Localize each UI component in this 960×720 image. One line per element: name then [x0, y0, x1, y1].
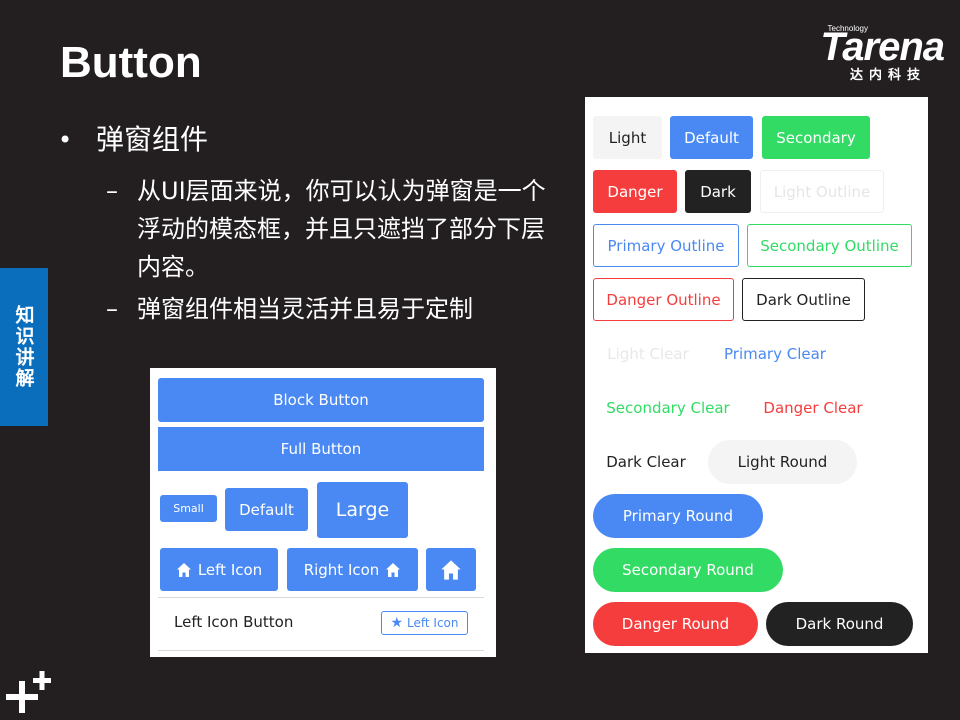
small-button[interactable]: Small — [160, 495, 217, 522]
side-tab-label: 知识讲解 — [12, 305, 35, 389]
button-demo-panel-right: Light Default Secondary Danger Dark Ligh… — [585, 97, 928, 653]
button-demo-panel-left: Block Button Full Button Small Default L… — [150, 368, 496, 657]
dark-round-button[interactable]: Dark Round — [766, 602, 913, 646]
home-icon — [386, 562, 401, 577]
home-icon — [441, 559, 461, 580]
dark-clear-button[interactable]: Dark Clear — [593, 440, 699, 483]
bullet-list: 弹窗组件 从UI层面来说，你可以认为弹窗是一个浮动的模态框，并且只遮挡了部分下层… — [58, 120, 578, 328]
large-button[interactable]: Large — [317, 482, 408, 538]
default-button[interactable]: Default — [225, 488, 308, 531]
slide-title: Button — [60, 38, 202, 87]
list-item-label: Left Icon Button — [174, 613, 294, 631]
secondary-outline-button[interactable]: Secondary Outline — [747, 224, 912, 267]
dark-button[interactable]: Dark — [685, 170, 751, 213]
left-icon-button-label: Left Icon — [197, 560, 263, 579]
secondary-round-button[interactable]: Secondary Round — [593, 548, 783, 592]
light-button[interactable]: Light — [593, 116, 662, 159]
danger-clear-button[interactable]: Danger Clear — [751, 386, 875, 429]
home-icon — [176, 562, 191, 577]
light-outline-button[interactable]: Light Outline — [760, 170, 884, 213]
light-round-button[interactable]: Light Round — [708, 440, 857, 484]
icon-only-button[interactable] — [426, 548, 476, 591]
block-button[interactable]: Block Button — [158, 378, 484, 422]
danger-outline-button[interactable]: Danger Outline — [593, 278, 734, 321]
secondary-button[interactable]: Secondary — [762, 116, 870, 159]
primary-clear-button[interactable]: Primary Clear — [711, 332, 839, 375]
plus-logo-icon — [6, 671, 51, 713]
side-tab-knowledge: 知识讲解 — [0, 268, 48, 426]
secondary-clear-button[interactable]: Secondary Clear — [593, 386, 743, 429]
left-icon-small-label: Left Icon — [407, 616, 459, 630]
left-icon-button[interactable]: Left Icon — [160, 548, 278, 591]
bullet-main: 弹窗组件 — [58, 120, 578, 160]
star-icon: ★ — [390, 615, 404, 631]
primary-outline-button[interactable]: Primary Outline — [593, 224, 739, 267]
dark-outline-button[interactable]: Dark Outline — [742, 278, 865, 321]
brand-logo: Technology Tarena 达内科技 — [779, 22, 945, 84]
danger-button[interactable]: Danger — [593, 170, 677, 213]
list-divider — [158, 597, 484, 598]
full-button[interactable]: Full Button — [158, 427, 484, 471]
default-button[interactable]: Default — [670, 116, 753, 159]
bullet-sub-1: 从UI层面来说，你可以认为弹窗是一个浮动的模态框，并且只遮挡了部分下层内容。 — [106, 172, 566, 286]
primary-round-button[interactable]: Primary Round — [593, 494, 763, 538]
danger-round-button[interactable]: Danger Round — [593, 602, 758, 646]
left-icon-small-outline-button[interactable]: ★ Left Icon — [381, 611, 468, 635]
right-icon-button[interactable]: Right Icon — [287, 548, 418, 591]
brand-chinese-name: 达内科技 — [849, 68, 926, 83]
list-divider — [158, 650, 484, 651]
right-icon-button-label: Right Icon — [303, 560, 380, 579]
light-clear-button[interactable]: Light Clear — [593, 332, 703, 375]
bullet-sub-2: 弹窗组件相当灵活并且易于定制 — [106, 290, 566, 328]
